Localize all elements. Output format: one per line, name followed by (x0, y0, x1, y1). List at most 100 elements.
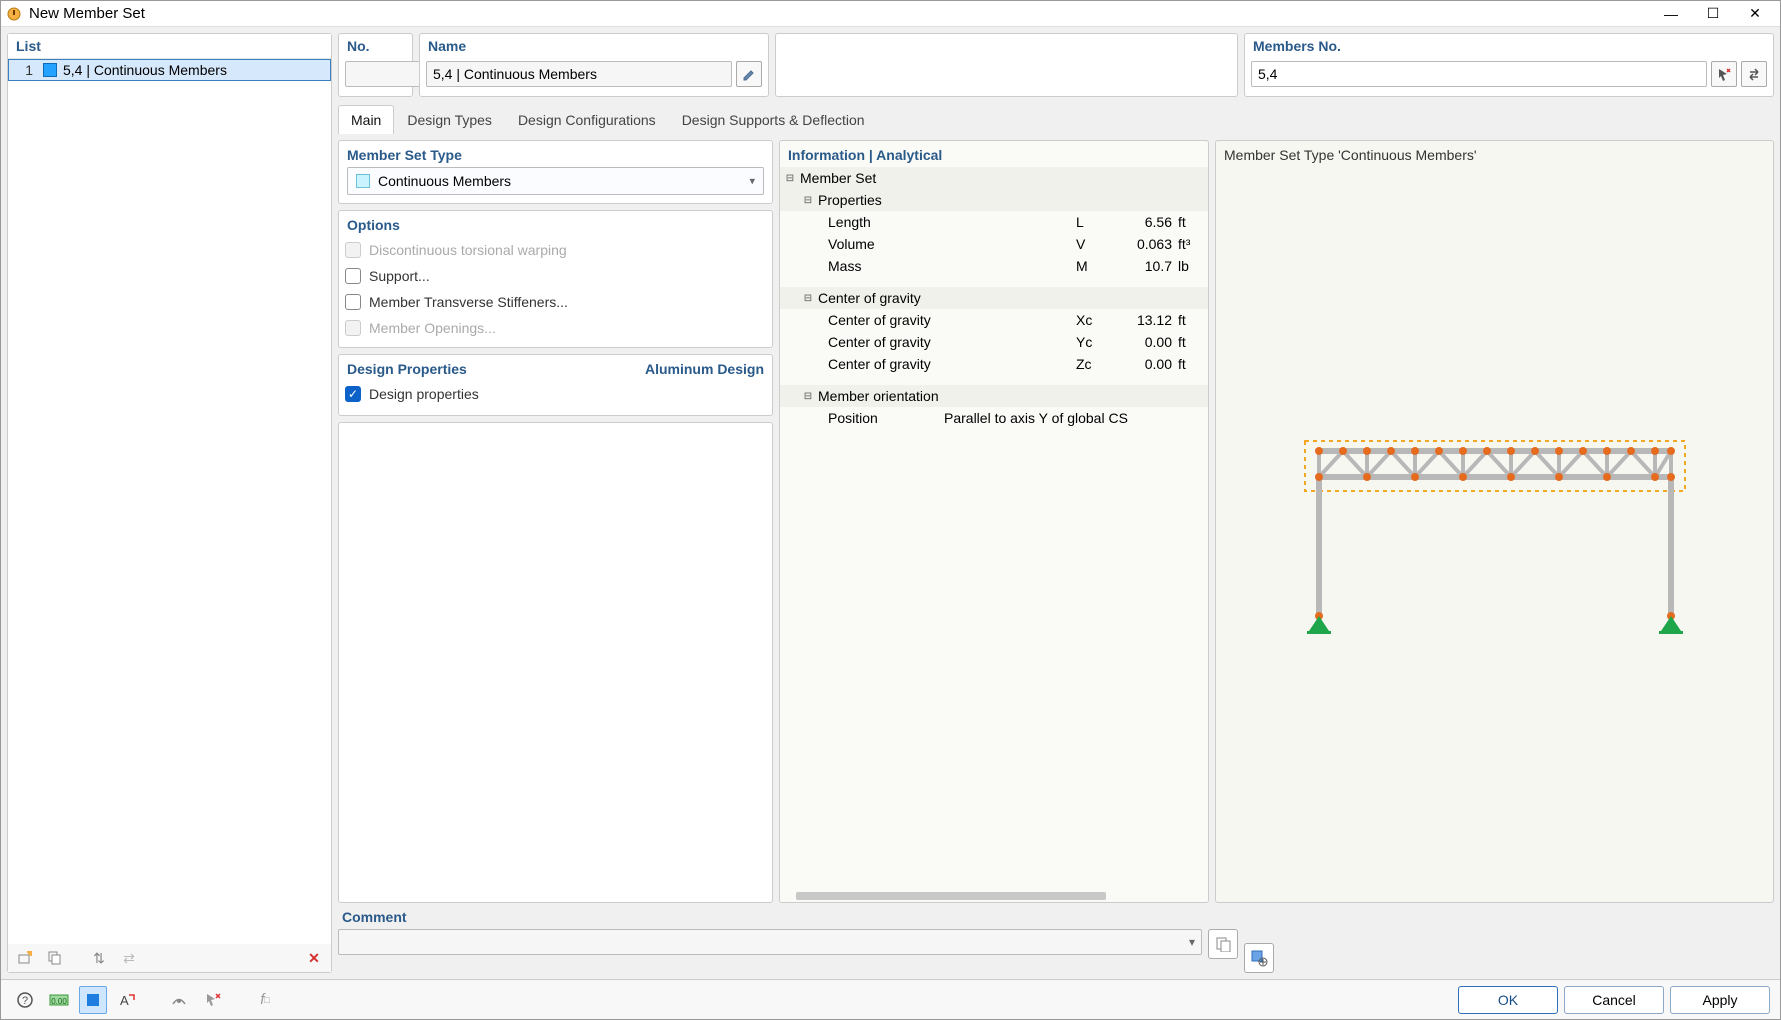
svg-text:?: ? (22, 995, 28, 1007)
name-label: Name (420, 34, 768, 58)
dialog-window: New Member Set — ☐ ✕ List 1 5,4 | Contin… (0, 0, 1781, 1020)
pick-members-icon[interactable] (1711, 61, 1737, 87)
member-set-type-panel: Member Set Type Continuous Members ▾ (338, 140, 773, 204)
tab-design-configurations[interactable]: Design Configurations (505, 105, 669, 134)
members-no-input[interactable] (1251, 61, 1707, 87)
graphics-settings-icon[interactable] (1244, 943, 1274, 973)
checkbox-openings (345, 320, 361, 336)
tree-row-mass: Mass M 10.7 lb (780, 255, 1208, 277)
type-color-swatch (356, 174, 370, 188)
close-button[interactable]: ✕ (1734, 1, 1776, 27)
name-input[interactable] (426, 61, 732, 87)
pick-icon[interactable] (199, 986, 227, 1014)
reverse-order-icon[interactable] (1741, 61, 1767, 87)
option-openings-row: Member Openings... (339, 315, 772, 341)
info-body: ⊟ Member Set ⊟ Properties Length L (780, 167, 1208, 890)
tab-main[interactable]: Main (338, 105, 394, 134)
view-settings-icon[interactable] (165, 986, 193, 1014)
tree-row-yc: Center of gravity Yc 0.00 ft (780, 331, 1208, 353)
tree-properties[interactable]: ⊟ Properties (780, 189, 1208, 211)
list-item-label: 5,4 | Continuous Members (61, 62, 330, 78)
tree-cog[interactable]: ⊟ Center of gravity (780, 287, 1208, 309)
tab-design-types[interactable]: Design Types (394, 105, 505, 134)
checkbox-disc-warping (345, 242, 361, 258)
apply-button[interactable]: Apply (1670, 986, 1770, 1014)
info-hscrollbar[interactable] (780, 890, 1208, 902)
settings-column: Member Set Type Continuous Members ▾ Opt (338, 140, 773, 903)
upper-area: List 1 5,4 | Continuous Members ⇅ ⇄ (7, 33, 1774, 973)
tree-row-length: Length L 6.56 ft (780, 211, 1208, 233)
member-set-type-select[interactable]: Continuous Members ▾ (347, 167, 764, 195)
comment-row: Comment ▾ (338, 909, 1774, 973)
content-row: Member Set Type Continuous Members ▾ Opt (338, 140, 1774, 903)
color-icon[interactable] (79, 986, 107, 1014)
header-row: No. Name Members No. (338, 33, 1774, 97)
type-value: Continuous Members (378, 173, 511, 189)
delete-icon[interactable]: ✕ (301, 946, 327, 970)
renumber-icon[interactable]: ⇄ (116, 946, 142, 970)
info-header: Information | Analytical (780, 141, 1208, 167)
options-header: Options (339, 211, 772, 237)
tree-row-position: Position Parallel to axis Y of global CS (780, 407, 1208, 429)
members-no-box: Members No. (1244, 33, 1774, 97)
collapse-icon[interactable]: ⊟ (802, 292, 814, 304)
new-item-icon[interactable] (12, 946, 38, 970)
collapse-icon[interactable]: ⊟ (802, 390, 814, 402)
comment-combo[interactable]: ▾ (338, 929, 1202, 955)
list-panel: List 1 5,4 | Continuous Members ⇅ ⇄ (7, 33, 332, 973)
list-item-color-swatch (43, 63, 57, 77)
option-support-row[interactable]: Support... (339, 263, 772, 289)
copy-item-icon[interactable] (42, 946, 68, 970)
dialog-body: List 1 5,4 | Continuous Members ⇅ ⇄ (1, 27, 1780, 979)
tabs: Main Design Types Design Configurations … (338, 103, 1774, 134)
option-disc-warping-row: Discontinuous torsional warping (339, 237, 772, 263)
cancel-button[interactable]: Cancel (1564, 986, 1664, 1014)
bottom-bar: ? 0.00 A f□ OK Cancel Apply (1, 979, 1780, 1019)
design-properties-row[interactable]: ✓ Design properties (339, 381, 772, 407)
comment-edit-icon[interactable] (1208, 929, 1238, 959)
function-icon[interactable]: f□ (251, 986, 279, 1014)
tab-design-supports[interactable]: Design Supports & Deflection (669, 105, 878, 134)
app-icon (5, 5, 23, 23)
list-header: List (8, 34, 331, 59)
option-transverse-label: Member Transverse Stiffeners... (369, 294, 568, 310)
design-properties-panel: Design Properties Aluminum Design ✓ Desi… (338, 354, 773, 416)
collapse-icon[interactable]: ⊟ (784, 172, 796, 184)
structure-preview-svg (1275, 421, 1715, 651)
minimize-button[interactable]: — (1650, 1, 1692, 27)
window-title: New Member Set (29, 5, 145, 22)
aluminum-design-link[interactable]: Aluminum Design (645, 361, 764, 377)
tree-row-zc: Center of gravity Zc 0.00 ft (780, 353, 1208, 375)
chevron-down-icon: ▾ (749, 175, 755, 188)
preview-panel: Member Set Type 'Continuous Members' (1215, 140, 1774, 903)
design-properties-label: Design properties (369, 386, 479, 402)
text-settings-icon[interactable]: A (113, 986, 141, 1014)
option-openings-label: Member Openings... (369, 320, 496, 336)
design-properties-header: Design Properties Aluminum Design (339, 355, 772, 381)
help-icon[interactable]: ? (11, 986, 39, 1014)
name-box: Name (419, 33, 769, 97)
preview-canvas[interactable] (1216, 169, 1773, 902)
option-transverse-row[interactable]: Member Transverse Stiffeners... (339, 289, 772, 315)
tree-orientation-label: Member orientation (818, 388, 939, 404)
titlebar: New Member Set — ☐ ✕ (1, 1, 1780, 27)
tree-cog-label: Center of gravity (818, 290, 921, 306)
tree-orientation[interactable]: ⊟ Member orientation (780, 385, 1208, 407)
maximize-button[interactable]: ☐ (1692, 1, 1734, 27)
list-item[interactable]: 1 5,4 | Continuous Members (8, 59, 331, 81)
collapse-icon[interactable]: ⊟ (802, 194, 814, 206)
ok-button[interactable]: OK (1458, 986, 1558, 1014)
units-icon[interactable]: 0.00 (45, 986, 73, 1014)
tree-properties-label: Properties (818, 192, 882, 208)
tree-member-set[interactable]: ⊟ Member Set (780, 167, 1208, 189)
checkbox-design-properties[interactable]: ✓ (345, 386, 361, 402)
preview-column: Member Set Type 'Continuous Members' (1215, 140, 1774, 903)
no-box: No. (338, 33, 413, 97)
edit-name-icon[interactable] (736, 61, 762, 87)
tree-row-volume: Volume V 0.063 ft³ (780, 233, 1208, 255)
blank-header-box (775, 33, 1238, 97)
checkbox-transverse[interactable] (345, 294, 361, 310)
checkbox-support[interactable] (345, 268, 361, 284)
sort-icon[interactable]: ⇅ (86, 946, 112, 970)
info-panel: Information | Analytical ⊟ Member Set ⊟ … (779, 140, 1209, 903)
